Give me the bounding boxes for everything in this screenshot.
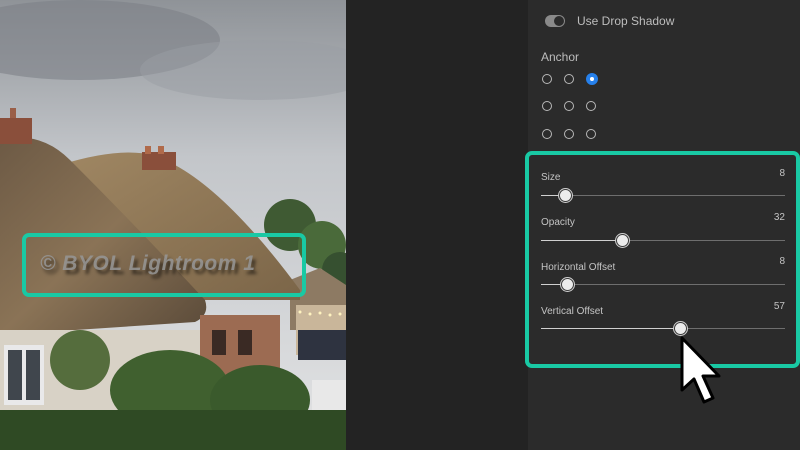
anchor-bottom-center[interactable] xyxy=(564,129,574,139)
sliders-highlight xyxy=(525,151,800,368)
drop-shadow-label: Use Drop Shadow xyxy=(577,14,675,28)
photo-preview xyxy=(0,0,346,450)
anchor-middle-right[interactable] xyxy=(586,101,596,111)
anchor-top-right[interactable] xyxy=(586,73,598,85)
watermark-highlight xyxy=(22,233,306,297)
anchor-top-center[interactable] xyxy=(564,74,574,84)
canvas-background xyxy=(346,0,528,450)
anchor-top-left[interactable] xyxy=(542,74,552,84)
anchor-label: Anchor xyxy=(541,50,580,64)
drop-shadow-toggle[interactable] xyxy=(545,15,565,27)
cottage-photo xyxy=(0,0,346,450)
anchor-center[interactable] xyxy=(564,101,574,111)
anchor-bottom-right[interactable] xyxy=(586,129,596,139)
mouse-pointer-icon xyxy=(680,336,721,404)
anchor-middle-left[interactable] xyxy=(542,101,552,111)
anchor-bottom-left[interactable] xyxy=(542,129,552,139)
